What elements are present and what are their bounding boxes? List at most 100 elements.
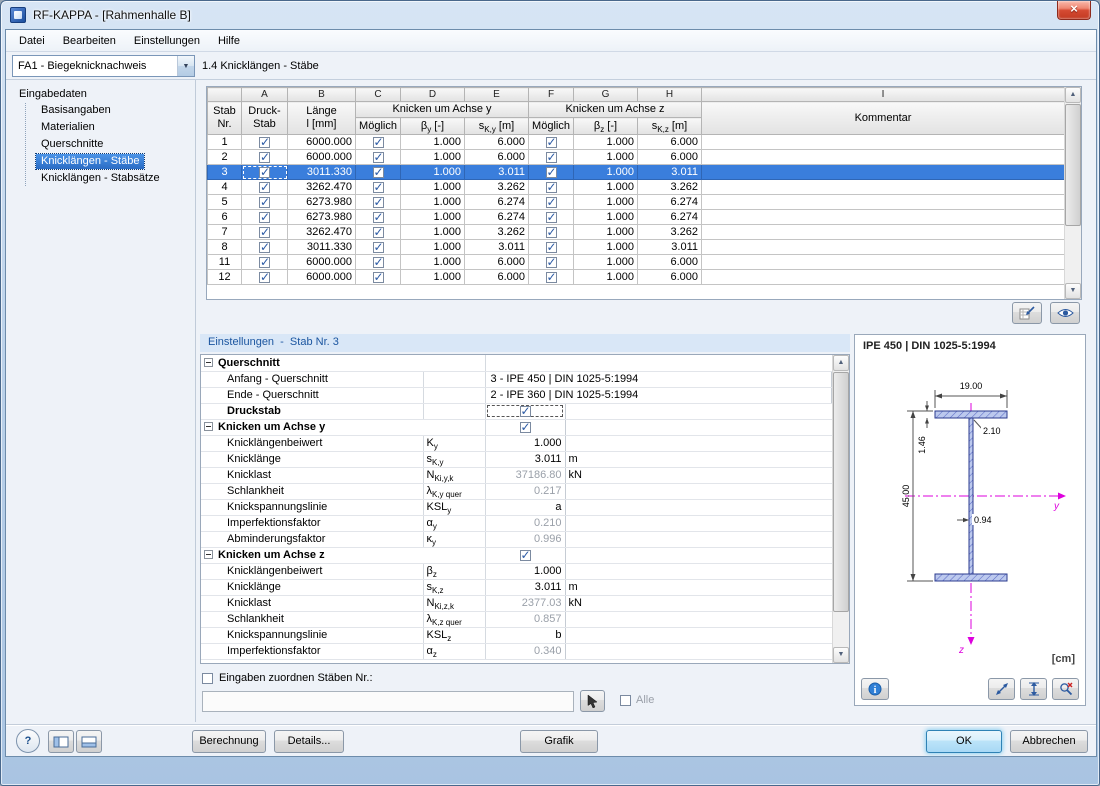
- settings-row[interactable]: Knicklänge sK,y 3.011 m: [201, 450, 832, 468]
- checkbox[interactable]: [372, 241, 384, 254]
- settings-value[interactable]: a: [484, 498, 566, 516]
- checkbox[interactable]: [259, 136, 270, 149]
- settings-row[interactable]: Anfang - Querschnitt 3 - IPE 450 | DIN 10…: [201, 370, 833, 388]
- cell-sk-y[interactable]: 6.000: [464, 254, 529, 270]
- checkbox[interactable]: [519, 420, 531, 434]
- cell-kommentar[interactable]: [701, 149, 1065, 165]
- row-number[interactable]: 5: [207, 194, 242, 210]
- checkbox[interactable]: [545, 136, 557, 149]
- table-scrollbar[interactable]: ▲ ▼: [1064, 87, 1081, 299]
- cell-kommentar[interactable]: [701, 269, 1065, 285]
- cell-sk-y[interactable]: 6.000: [464, 149, 529, 165]
- column-letter[interactable]: C: [355, 87, 401, 102]
- menu-item[interactable]: Datei: [10, 32, 54, 50]
- cell-moeglich-z[interactable]: [528, 209, 574, 225]
- cell-beta-z[interactable]: 1.000: [573, 239, 638, 255]
- cell-beta-z[interactable]: 1.000: [573, 164, 638, 180]
- checkbox[interactable]: [372, 151, 384, 164]
- row-number[interactable]: 1: [207, 134, 242, 150]
- collapse-icon[interactable]: [204, 422, 213, 431]
- settings-value[interactable]: 0.210: [484, 514, 566, 532]
- pick-members-button[interactable]: [580, 690, 605, 712]
- cell-sk-z[interactable]: 6.000: [637, 254, 702, 270]
- settings-row[interactable]: Abminderungsfaktor κy 0.996: [201, 530, 832, 548]
- settings-value[interactable]: [484, 402, 566, 420]
- checkbox[interactable]: [259, 271, 270, 284]
- cell-beta-z[interactable]: 1.000: [573, 179, 638, 195]
- checkbox[interactable]: [259, 241, 270, 254]
- settings-row[interactable]: Schlankheit λK,z quer 0.857: [201, 610, 832, 628]
- cell-laenge[interactable]: 6000.000: [287, 149, 356, 165]
- cell-druckstab[interactable]: [241, 194, 288, 210]
- row-number[interactable]: 12: [207, 269, 242, 285]
- cell-kommentar[interactable]: [701, 254, 1065, 270]
- checkbox[interactable]: [259, 181, 270, 194]
- cell-moeglich-y[interactable]: [355, 149, 401, 165]
- cell-moeglich-z[interactable]: [528, 164, 574, 180]
- settings-row[interactable]: Knicken um Achse y: [201, 418, 832, 436]
- view-button[interactable]: [1050, 302, 1080, 324]
- settings-row[interactable]: Knicklast NKi,z,k 2377.03 kN: [201, 594, 832, 612]
- row-number[interactable]: 11: [207, 254, 242, 270]
- settings-row[interactable]: Querschnitt: [201, 355, 832, 372]
- details-button[interactable]: Details...: [274, 730, 344, 753]
- assign-members-input[interactable]: [202, 691, 574, 712]
- sidebar-item[interactable]: Querschnitte: [36, 137, 108, 152]
- cell-druckstab[interactable]: [241, 134, 288, 150]
- settings-row[interactable]: Ende - Querschnitt 2 - IPE 360 | DIN 1025…: [201, 386, 833, 404]
- cell-beta-y[interactable]: 1.000: [400, 269, 465, 285]
- cell-druckstab[interactable]: [241, 209, 288, 225]
- settings-value[interactable]: b: [484, 626, 566, 644]
- checkbox[interactable]: [259, 211, 270, 224]
- cell-moeglich-z[interactable]: [528, 254, 574, 270]
- checkbox[interactable]: [545, 211, 557, 224]
- cell-beta-z[interactable]: 1.000: [573, 254, 638, 270]
- sidebar-item[interactable]: Basisangaben: [36, 103, 116, 118]
- checkbox[interactable]: [545, 271, 557, 284]
- cell-moeglich-y[interactable]: [355, 254, 401, 270]
- row-number[interactable]: 3: [207, 164, 242, 180]
- cell-moeglich-y[interactable]: [355, 224, 401, 240]
- cell-laenge[interactable]: 3011.330: [287, 164, 356, 180]
- settings-value[interactable]: 0.217: [484, 482, 566, 500]
- cell-beta-z[interactable]: 1.000: [573, 149, 638, 165]
- menu-item[interactable]: Hilfe: [209, 32, 249, 50]
- checkbox[interactable]: [372, 181, 384, 194]
- column-letter[interactable]: E: [464, 87, 529, 102]
- settings-row[interactable]: Druckstab: [201, 402, 832, 420]
- checkbox[interactable]: [545, 256, 557, 269]
- cell-druckstab[interactable]: [241, 239, 288, 255]
- cell-moeglich-y[interactable]: [355, 209, 401, 225]
- checkbox[interactable]: [545, 226, 557, 239]
- settings-row[interactable]: Imperfektionsfaktor αz 0.340: [201, 642, 832, 660]
- berechnung-button[interactable]: Berechnung: [192, 730, 266, 753]
- cell-beta-y[interactable]: 1.000: [400, 134, 465, 150]
- cell-beta-z[interactable]: 1.000: [573, 134, 638, 150]
- table-row[interactable]: 33011.3301.0003.0111.0003.011: [207, 164, 1065, 180]
- table-row[interactable]: 83011.3301.0003.0111.0003.011: [207, 239, 1065, 255]
- checkbox[interactable]: [372, 226, 384, 239]
- cell-beta-z[interactable]: 1.000: [573, 194, 638, 210]
- settings-row[interactable]: Knicklängenbeiwert Ky 1.000: [201, 434, 832, 452]
- cell-laenge[interactable]: 6273.980: [287, 209, 356, 225]
- cell-moeglich-z[interactable]: [528, 194, 574, 210]
- cell-laenge[interactable]: 6273.980: [287, 194, 356, 210]
- column-letter[interactable]: H: [637, 87, 702, 102]
- column-letter[interactable]: F: [528, 87, 574, 102]
- cell-moeglich-y[interactable]: [355, 179, 401, 195]
- cell-sk-y[interactable]: 6.274: [464, 209, 529, 225]
- settings-value[interactable]: [484, 546, 566, 564]
- cell-beta-z[interactable]: 1.000: [573, 224, 638, 240]
- settings-value[interactable]: 1.000: [484, 434, 566, 452]
- info-button[interactable]: i: [861, 678, 889, 700]
- settings-value[interactable]: 0.857: [484, 610, 566, 628]
- cell-moeglich-z[interactable]: [528, 269, 574, 285]
- settings-scrollbar[interactable]: ▲ ▼: [832, 355, 849, 663]
- table-row[interactable]: 56273.9801.0006.2741.0006.274: [207, 194, 1065, 210]
- cell-sk-y[interactable]: 3.011: [464, 164, 529, 180]
- scroll-down-icon[interactable]: ▼: [833, 647, 849, 663]
- settings-value[interactable]: 3.011: [484, 450, 566, 468]
- checkbox[interactable]: [545, 196, 557, 209]
- zoom-off-button[interactable]: [1052, 678, 1079, 700]
- sidebar-item[interactable]: Knicklängen - Stäbe: [34, 153, 146, 170]
